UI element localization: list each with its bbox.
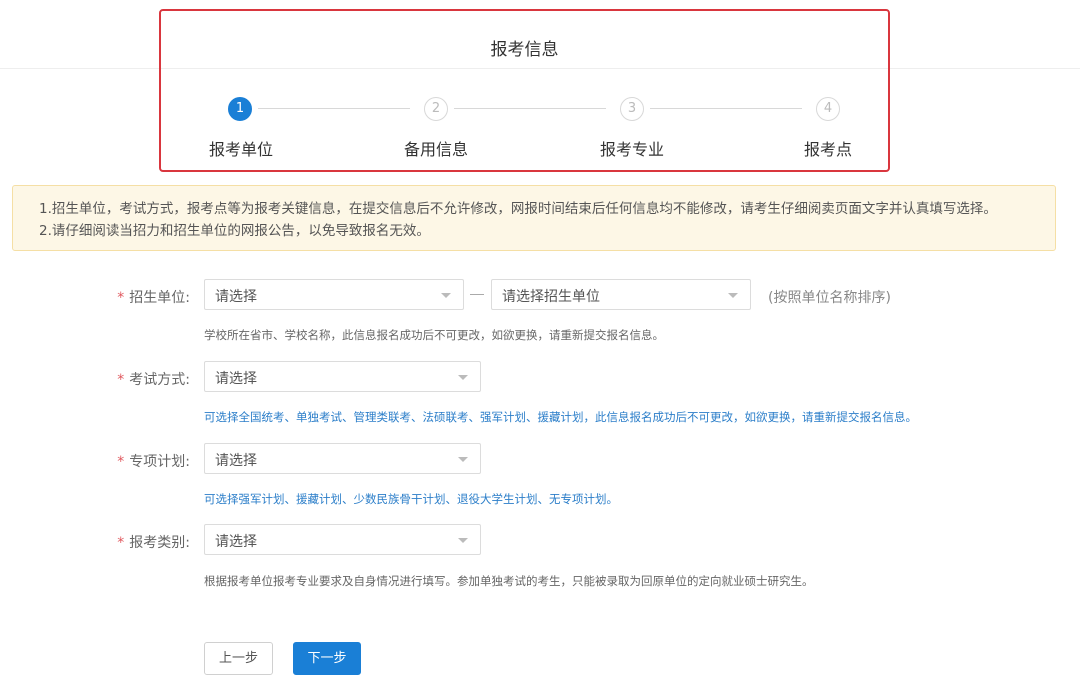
category-label-text: 报考类别: [129,535,190,551]
exam-method-label-text: 考试方式: [129,372,190,388]
province-select[interactable]: 请选择 [204,279,464,310]
step-3-label: 报考专业 [600,140,665,159]
unit-label: * 招生单位: [80,287,190,307]
chevron-down-icon [458,375,468,380]
page-title: 报考信息 [490,40,559,60]
required-mark: * [117,454,125,470]
exam-method-hint: 可选择全国统考、单独考试、管理类联考、法硕联考、强军计划、援藏计划，此信息报名成… [204,410,917,424]
chevron-down-icon [458,538,468,543]
step-3-indicator: 3 [620,97,644,121]
step-1-indicator: 1 [228,97,252,121]
unit-select[interactable]: 请选择招生单位 [491,279,751,310]
unit-hint: 学校所在省市、学校名称，此信息报名成功后不可更改，如欲更换，请重新提交报名信息。 [204,328,664,342]
exam-method-select[interactable]: 请选择 [204,361,481,392]
notice-line-2: 2.请仔细阅读当招力和招生单位的网报公告，以免导致报名无效。 [39,223,430,239]
required-mark: * [117,372,125,388]
sort-note: (按照单位名称排序) [768,290,891,306]
exam-method-label: * 考试方式: [80,369,190,389]
required-mark: * [117,290,125,306]
notice-box: 1.招生单位，考试方式，报考点等为报考关键信息，在提交信息后不允许修改，网报时间… [12,185,1056,251]
special-plan-label-text: 专项计划: [129,454,190,470]
step-connector [650,108,802,109]
step-2-label: 备用信息 [404,140,469,159]
prev-step-button[interactable]: 上一步 [204,642,273,675]
chevron-down-icon [728,293,738,298]
step-4-label: 报考点 [804,140,853,159]
notice-line-1: 1.招生单位，考试方式，报考点等为报考关键信息，在提交信息后不允许修改，网报时间… [39,201,997,217]
special-plan-hint: 可选择强军计划、援藏计划、少数民族骨干计划、退役大学生计划、无专项计划。 [204,492,618,506]
step-connector [454,108,606,109]
category-select[interactable]: 请选择 [204,524,481,555]
province-select-value: 请选择 [215,289,257,305]
chevron-down-icon [458,457,468,462]
category-select-value: 请选择 [215,534,257,550]
special-plan-select[interactable]: 请选择 [204,443,481,474]
category-label: * 报考类别: [80,532,190,552]
exam-method-select-value: 请选择 [215,371,257,387]
category-hint: 根据报考单位报考专业要求及自身情况进行填写。参加单独考试的考生，只能被录取为回原… [204,574,814,588]
step-1-label: 报考单位 [209,140,274,159]
step-2-indicator: 2 [424,97,448,121]
next-step-button[interactable]: 下一步 [293,642,361,675]
step-connector [258,108,410,109]
special-plan-label: * 专项计划: [80,451,190,471]
step-4-indicator: 4 [816,97,840,121]
chevron-down-icon [441,293,451,298]
required-mark: * [117,535,125,551]
range-dash [470,294,484,295]
unit-label-text: 招生单位: [129,290,190,306]
unit-select-value: 请选择招生单位 [502,289,600,305]
special-plan-select-value: 请选择 [215,453,257,469]
